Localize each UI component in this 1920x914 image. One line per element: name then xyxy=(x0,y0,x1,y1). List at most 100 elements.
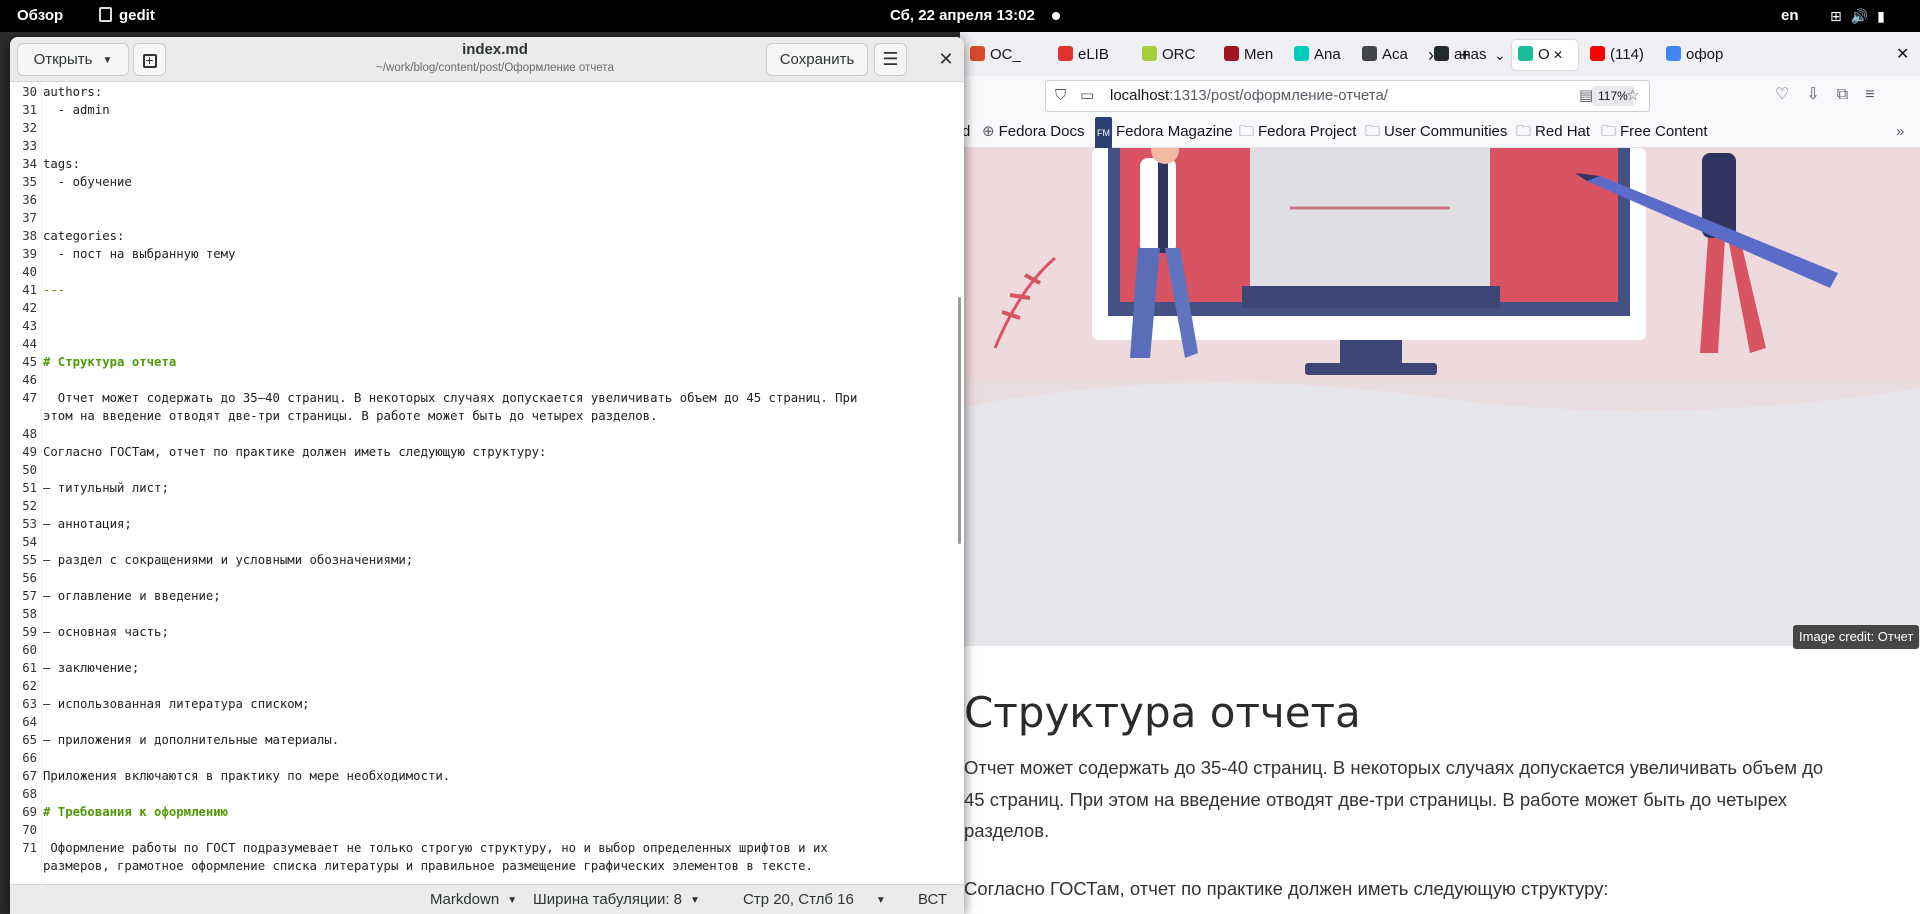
line-number: 66 xyxy=(22,751,37,765)
browser-tab[interactable]: Men xyxy=(1224,40,1288,70)
insert-mode-indicator[interactable]: ВСТ xyxy=(918,885,947,914)
line-number: 52 xyxy=(22,499,37,513)
gnome-top-bar: Обзор gedit Сб, 22 апреля 13:02 en ⊞🔊▮ xyxy=(0,0,1920,32)
language-selector[interactable]: Markdown ▼ xyxy=(430,885,517,914)
browser-tab[interactable]: Ana xyxy=(1294,40,1356,70)
browser-tab[interactable]: ОС_ xyxy=(970,40,1050,70)
more-bookmarks-icon[interactable]: » xyxy=(1896,116,1904,148)
code-line[interactable]: Оформление работы по ГОСТ подразумевает … xyxy=(43,839,827,857)
browser-tab[interactable]: (114) xyxy=(1590,40,1658,70)
bookmark-folder-fedora-project[interactable]: 🗀 Fedora Project xyxy=(1239,116,1356,148)
line-number: 55 xyxy=(22,553,37,567)
open-button[interactable]: Открыть ▼ xyxy=(17,43,129,76)
open-button-label: Открыть xyxy=(33,51,93,68)
code-line[interactable]: Отчет может содержать до 35–40 страниц. … xyxy=(43,389,858,407)
code-line[interactable]: # Структура отчета xyxy=(43,353,176,371)
system-menu[interactable]: ⊞🔊▮ xyxy=(1830,0,1894,32)
list-all-tabs-icon[interactable]: ⌄ xyxy=(1494,40,1506,70)
code-line[interactable]: - пост на выбранную тему xyxy=(43,245,236,263)
code-line[interactable]: размеров, грамотное оформление списка ли… xyxy=(43,857,813,875)
vertical-scrollbar[interactable] xyxy=(958,297,961,544)
toolbar-icons: ♡⇩⧉≡ xyxy=(1775,84,1892,104)
bookmark-folder-free-content[interactable]: 🗀 Free Content xyxy=(1601,116,1708,148)
code-line[interactable]: — использованная литература списком; xyxy=(43,695,310,713)
youtube-favicon-icon xyxy=(1590,46,1605,61)
tab-bar: ОС_ eLIB ORC Men Ana Aca anas О ✕ (114) офор › + … xyxy=(960,32,1920,76)
text-editor[interactable]: 30 31 32 33 34 35 36 37 38 39 40 41 42 43 44 45 46 47 48 49… xyxy=(10,82,964,884)
code-line[interactable]: — основная часть; xyxy=(43,623,169,641)
line-number: 38 xyxy=(22,229,37,243)
line-number: 33 xyxy=(22,139,37,153)
line-number: 63 xyxy=(22,697,37,711)
tab-label: офор xyxy=(1686,46,1724,63)
code-line[interactable]: # Требования к оформлению xyxy=(43,803,228,821)
code-line[interactable]: - обучение xyxy=(43,173,132,191)
code-line[interactable]: — титульный лист; xyxy=(43,479,169,497)
keyboard-layout-indicator[interactable]: en xyxy=(1781,0,1799,32)
new-tab-button[interactable]: + xyxy=(1460,40,1471,70)
code-line[interactable]: — приложения и дополнительные материалы. xyxy=(43,731,339,749)
downloads-icon[interactable]: ⇩ xyxy=(1806,86,1836,103)
page-info-icon[interactable]: ▭ xyxy=(1080,81,1094,111)
oc-favicon-icon xyxy=(970,46,985,61)
code-line[interactable]: — аннотация; xyxy=(43,515,132,533)
browser-tab[interactable]: офор xyxy=(1666,40,1736,70)
tab-label: Men xyxy=(1244,46,1274,63)
code-line[interactable]: Согласно ГОСТам, отчет по практике долже… xyxy=(43,443,546,461)
chevron-down-icon: ▼ xyxy=(507,895,518,906)
image-credit: Image credit: Отчет xyxy=(1793,625,1920,649)
line-number: 54 xyxy=(22,535,37,549)
bookmark-folder-user-communities[interactable]: 🗀 User Communities xyxy=(1365,116,1507,148)
bookmark-folder-red-hat[interactable]: 🗀 Red Hat xyxy=(1516,116,1590,148)
menu-icon: ☰ xyxy=(882,49,899,69)
pocket-icon[interactable]: ♡ xyxy=(1775,86,1806,103)
bookmark-star-icon[interactable]: ☆ xyxy=(1626,81,1639,111)
hamburger-menu-button[interactable]: ☰ xyxy=(874,43,907,76)
code-line[interactable]: tags: xyxy=(43,155,80,173)
tab-width-selector[interactable]: Ширина табуляции: 8 ▼ xyxy=(533,885,700,914)
code-line[interactable]: - admin xyxy=(43,101,110,119)
browser-tab[interactable]: eLIB xyxy=(1058,40,1138,70)
code-line[interactable]: --- xyxy=(43,281,65,299)
window-close-icon[interactable]: ✕ xyxy=(1896,40,1909,70)
code-line[interactable]: Приложения включаются в практику по мере… xyxy=(43,767,450,785)
line-number: 31 xyxy=(22,103,37,117)
tracking-shield-icon[interactable]: ⛉ xyxy=(1055,81,1066,111)
line-number: 49 xyxy=(22,445,37,459)
app-menu-icon[interactable]: ≡ xyxy=(1865,86,1891,103)
bookmark-fedora-magazine[interactable]: FM Fedora Magazine xyxy=(1095,116,1233,149)
line-number: 46 xyxy=(22,373,37,387)
line-number: 47 xyxy=(22,391,37,405)
browser-tab[interactable]: О ✕ xyxy=(1512,40,1578,70)
bookmark-fedora-docs[interactable]: ⊕ Fedora Docs xyxy=(982,116,1084,148)
battery-icon: ▮ xyxy=(1877,8,1894,24)
line-number: 56 xyxy=(22,571,37,585)
elibrary-favicon-icon xyxy=(1058,46,1073,61)
code-line[interactable]: этом на введение отводят две-три страниц… xyxy=(43,407,657,425)
browser-tab[interactable]: ORC xyxy=(1142,40,1218,70)
tab-scroll-right-icon[interactable]: › xyxy=(1428,40,1434,70)
code-line[interactable]: authors: xyxy=(43,83,102,101)
clock[interactable]: Сб, 22 апреля 13:02 xyxy=(890,0,1035,32)
code-line[interactable]: categories: xyxy=(43,227,124,245)
line-number: 61 xyxy=(22,661,37,675)
line-number: 36 xyxy=(22,193,37,207)
tab-close-icon[interactable]: ✕ xyxy=(1550,48,1563,62)
code-line[interactable]: — оглавление и введение; xyxy=(43,587,221,605)
line-number: 65 xyxy=(22,733,37,747)
line-number: 32 xyxy=(22,121,37,135)
activities-button[interactable]: Обзор xyxy=(17,0,63,32)
new-document-button[interactable]: + xyxy=(133,43,166,76)
browser-tab[interactable]: Aca xyxy=(1362,40,1428,70)
close-icon[interactable]: ✕ xyxy=(934,47,958,71)
line-number: 62 xyxy=(22,679,37,693)
url-bar[interactable]: ⛉ ▭ localhost:1313/post/оформление-отчет… xyxy=(1045,80,1650,112)
extensions-icon[interactable]: ⧉ xyxy=(1837,86,1865,103)
tab-label: Aca xyxy=(1382,46,1408,63)
code-line[interactable]: — заключение; xyxy=(43,659,139,677)
line-number: 60 xyxy=(22,643,37,657)
app-menu[interactable]: gedit xyxy=(99,0,155,32)
cursor-position[interactable]: Стр 20, Стлб 16 ▼ xyxy=(743,885,886,914)
save-button[interactable]: Сохранить xyxy=(766,43,868,76)
code-line[interactable]: — раздел с сокращениями и условными обоз… xyxy=(43,551,413,569)
